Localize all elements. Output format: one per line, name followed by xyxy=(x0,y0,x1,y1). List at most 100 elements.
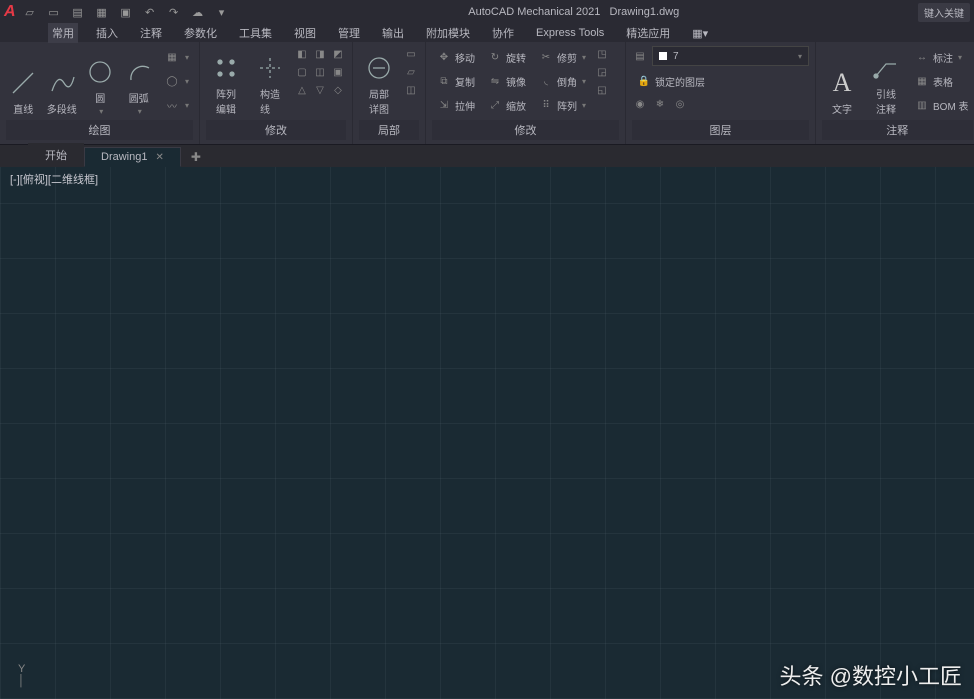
arc-button[interactable]: 圆弧▾ xyxy=(122,46,157,116)
scale-button[interactable]: ⤢缩放 xyxy=(483,94,530,116)
dim-icon: ↔ xyxy=(914,49,930,65)
tab-featured[interactable]: 精选应用 xyxy=(622,23,674,43)
panel-detail-title[interactable]: 局部 xyxy=(359,120,419,140)
circle-button[interactable]: 圆▾ xyxy=(83,46,118,116)
tab-insert[interactable]: 插入 xyxy=(92,23,122,43)
mod-c7-icon[interactable]: ▣ xyxy=(330,64,346,80)
circle-label: 圆 xyxy=(95,90,105,105)
qat-save-icon[interactable]: ▤ xyxy=(70,4,86,20)
layer-iso-icon[interactable]: ◎ xyxy=(672,96,688,112)
table-icon: ▦ xyxy=(914,73,930,89)
ellipse-button[interactable]: ◯▾ xyxy=(160,70,193,92)
tab-extra-icon[interactable]: ▦▾ xyxy=(688,25,712,42)
detail-button[interactable]: 局部 详图 xyxy=(359,46,399,116)
array-button[interactable]: ⠿阵列▾ xyxy=(534,94,590,116)
qat-share-icon[interactable]: ☁ xyxy=(190,4,206,20)
leader-button[interactable]: 引线 注释 xyxy=(866,46,906,116)
panel-modify: ✥移动 ⧉复制 ⇲拉伸 ↻旋转 ⇋镜像 ⤢缩放 ✂修剪▾ ◟倒角▾ ⠿阵列▾ ◳… xyxy=(426,42,626,144)
qat-saveas-icon[interactable]: ▦ xyxy=(94,4,110,20)
mod-e3-icon[interactable]: ◱ xyxy=(594,82,610,98)
pedit-button[interactable]: 阵列 编辑 xyxy=(206,46,246,116)
line-button[interactable]: 直线 xyxy=(6,46,41,116)
layer-props-icon[interactable]: ▤ xyxy=(632,48,648,64)
ucs-icon[interactable]: Y│ xyxy=(18,663,25,687)
layer-off-icon[interactable]: ◉ xyxy=(632,96,648,112)
ellipse-icon: ◯ xyxy=(164,73,180,89)
mod-c3-icon[interactable]: ◩ xyxy=(330,46,346,62)
bom-icon: ▥ xyxy=(914,97,930,113)
doc-tab-start[interactable]: 开始 xyxy=(28,143,84,167)
detail-d1-icon[interactable]: ▭ xyxy=(403,46,419,62)
qat-plot-icon[interactable]: ▣ xyxy=(118,4,134,20)
tab-view[interactable]: 视图 xyxy=(290,23,320,43)
stretch-button[interactable]: ⇲拉伸 xyxy=(432,94,479,116)
mod-c11-icon[interactable]: ◇ xyxy=(330,82,346,98)
tab-addins[interactable]: 附加模块 xyxy=(422,23,474,43)
mod-e1-icon[interactable]: ◳ xyxy=(594,46,610,62)
detail-d3-icon[interactable]: ◫ xyxy=(403,82,419,98)
trim-button[interactable]: ✂修剪▾ xyxy=(534,46,590,68)
fillet-icon: ◟ xyxy=(538,73,554,89)
mod-e2-icon[interactable]: ◲ xyxy=(594,64,610,80)
panel-layers-title[interactable]: 图层 xyxy=(632,120,809,140)
app-name: AutoCAD Mechanical 2021 xyxy=(468,6,600,18)
mod-c2-icon[interactable]: ◨ xyxy=(312,46,328,62)
tab-annotate[interactable]: 注释 xyxy=(136,23,166,43)
dim-button[interactable]: ↔标注▾ xyxy=(910,46,973,68)
move-icon: ✥ xyxy=(436,49,452,65)
viewport-label[interactable]: [-][俯视][二维线框] xyxy=(10,171,98,187)
polyline-button[interactable]: 多段线 xyxy=(45,46,80,116)
stretch-icon: ⇲ xyxy=(436,97,452,113)
fillet-button[interactable]: ◟倒角▾ xyxy=(534,70,590,92)
qat-undo-icon[interactable]: ↶ xyxy=(142,4,158,20)
panel-construct-title[interactable]: 修改 xyxy=(206,120,346,140)
mod-c5-icon[interactable]: ▢ xyxy=(294,64,310,80)
tab-toolset[interactable]: 工具集 xyxy=(235,23,276,43)
layer-freeze-icon[interactable]: ❄ xyxy=(652,96,668,112)
qat-redo-icon[interactable]: ↷ xyxy=(166,4,182,20)
search-badge[interactable]: 键入关键 xyxy=(918,3,970,22)
hatch-button[interactable]: ▦▾ xyxy=(160,46,193,68)
drawing-canvas[interactable]: [-][俯视][二维线框] Y│ 头条 @数控小工匠 xyxy=(0,167,974,699)
array-icon: ⠿ xyxy=(538,97,554,113)
table-button[interactable]: ▦表格 xyxy=(910,70,973,92)
bom-button[interactable]: ▥BOM 表 xyxy=(910,94,973,116)
rotate-icon: ↻ xyxy=(487,49,503,65)
mod-c9-icon[interactable]: △ xyxy=(294,82,310,98)
panel-modify-title[interactable]: 修改 xyxy=(432,120,619,140)
layer-combo[interactable]: 7 ▾ xyxy=(652,46,809,66)
close-icon[interactable]: ✕ xyxy=(155,152,163,163)
polyline-icon xyxy=(46,67,78,99)
copy-icon: ⧉ xyxy=(436,73,452,89)
panel-annotate-title[interactable]: 注释 xyxy=(822,120,973,140)
tab-output[interactable]: 输出 xyxy=(378,23,408,43)
mirror-button[interactable]: ⇋镜像 xyxy=(483,70,530,92)
tab-express[interactable]: Express Tools xyxy=(532,25,608,41)
panel-detail: 局部 详图 ▭ ▱ ◫ 局部 xyxy=(353,42,426,144)
tab-manage[interactable]: 管理 xyxy=(334,23,364,43)
title-bar: A ▱ ▭ ▤ ▦ ▣ ↶ ↷ ☁ ▾ AutoCAD Mechanical 2… xyxy=(0,0,974,24)
rotate-button[interactable]: ↻旋转 xyxy=(483,46,530,68)
tab-collab[interactable]: 协作 xyxy=(488,23,518,43)
mod-c10-icon[interactable]: ▽ xyxy=(312,82,328,98)
text-button[interactable]: A 文字 xyxy=(822,46,862,116)
mod-c1-icon[interactable]: ◧ xyxy=(294,46,310,62)
doc-tab-drawing1[interactable]: Drawing1 ✕ xyxy=(84,147,181,167)
qat-new-icon[interactable]: ▱ xyxy=(22,4,38,20)
qat-open-icon[interactable]: ▭ xyxy=(46,4,62,20)
panel-draw-title[interactable]: 绘图 xyxy=(6,120,193,140)
ribbon-tabs: 常用 插入 注释 参数化 工具集 视图 管理 输出 附加模块 协作 Expres… xyxy=(0,24,974,42)
copy-button[interactable]: ⧉复制 xyxy=(432,70,479,92)
tab-home[interactable]: 常用 xyxy=(48,23,78,43)
move-button[interactable]: ✥移动 xyxy=(432,46,479,68)
tab-parametric[interactable]: 参数化 xyxy=(180,23,221,43)
pedit-label: 阵列 编辑 xyxy=(216,86,236,116)
cline-button[interactable]: 构造 线 xyxy=(250,46,290,116)
detail-d2-icon[interactable]: ▱ xyxy=(403,64,419,80)
panel-layers: ▤ 7 ▾ 🔒 锁定的图层 ◉ ❄ ◎ 图层 xyxy=(626,42,816,144)
spline-button[interactable]: 〰▾ xyxy=(160,94,193,116)
layer-lock-button[interactable]: 🔒 锁定的图层 xyxy=(632,70,809,92)
mod-c6-icon[interactable]: ◫ xyxy=(312,64,328,80)
qat-more-icon[interactable]: ▾ xyxy=(214,4,230,20)
new-tab-button[interactable]: ✚ xyxy=(181,147,211,167)
